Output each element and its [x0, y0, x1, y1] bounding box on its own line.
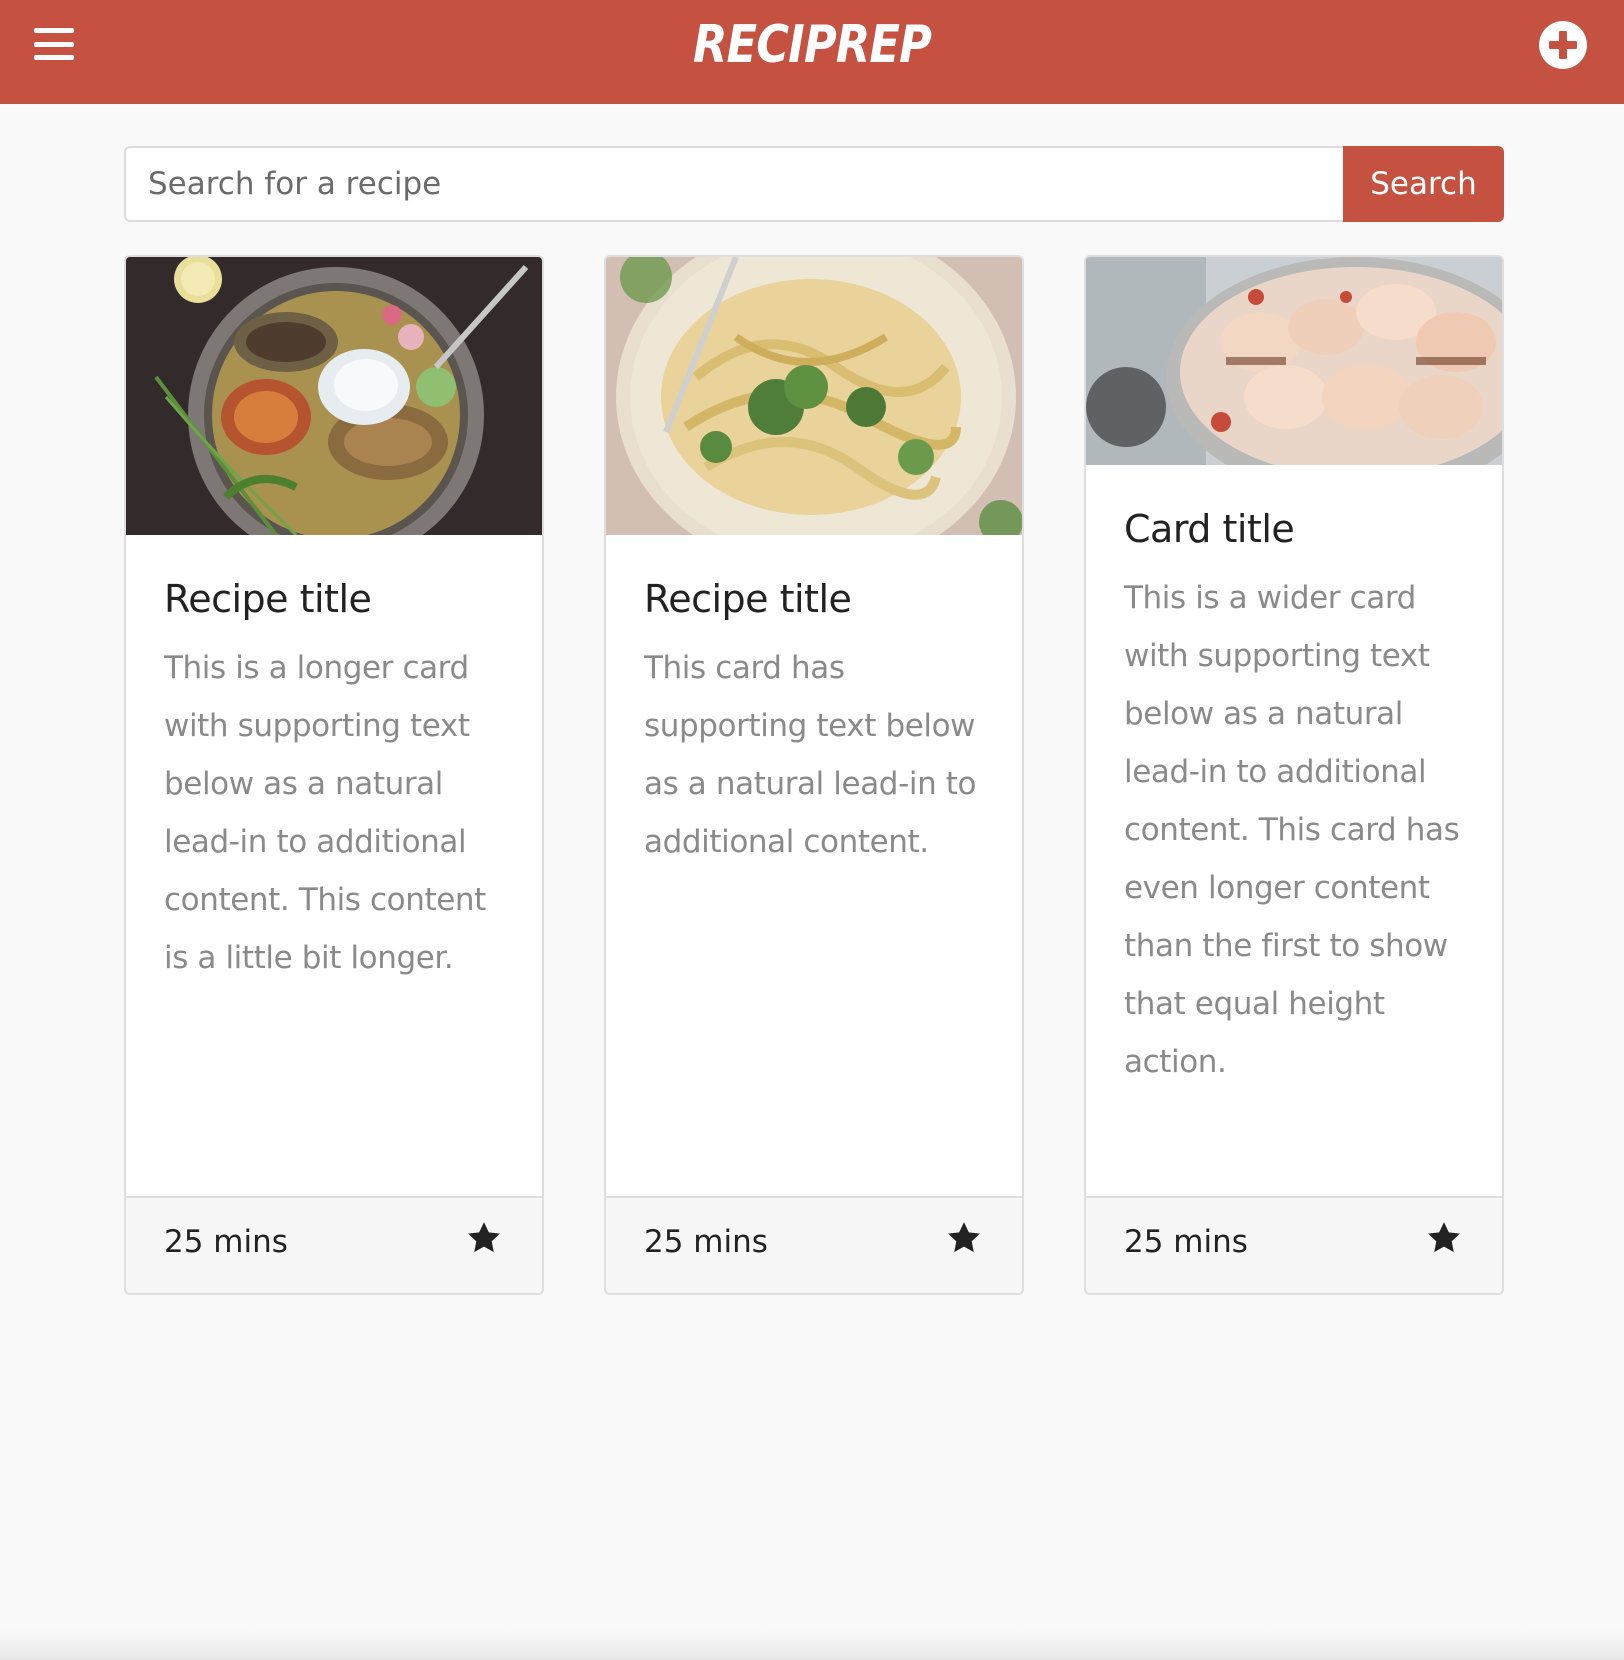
pasta-plate-photo [606, 257, 1022, 535]
recipe-card[interactable]: Recipe title This card has supporting te… [604, 255, 1024, 1295]
card-text: This card has supporting text below as a… [644, 650, 977, 860]
grilled-chicken-bowl-photo [126, 257, 542, 535]
card-footer: 25 mins [126, 1196, 542, 1293]
search-bar: Search [124, 146, 1504, 222]
search-input[interactable] [124, 146, 1343, 222]
card-footer: 25 mins [606, 1196, 1022, 1293]
page-bottom-shadow [0, 1630, 1624, 1660]
recipe-card[interactable]: Card title This is a wider card with sup… [1084, 255, 1504, 1295]
recipe-card[interactable]: Recipe title This is a longer card with … [124, 255, 544, 1295]
card-title: Recipe title [164, 577, 372, 621]
hamburger-menu-icon[interactable] [34, 26, 74, 62]
macarons-bowl-photo [1086, 257, 1502, 465]
cook-time-label: 25 mins [1124, 1224, 1248, 1260]
search-button[interactable]: Search [1343, 146, 1504, 222]
cook-time-label: 25 mins [164, 1224, 288, 1260]
star-icon[interactable] [944, 1218, 984, 1258]
star-icon[interactable] [464, 1218, 504, 1258]
plus-circle-icon[interactable] [1538, 20, 1588, 70]
cook-time-label: 25 mins [644, 1224, 768, 1260]
card-text: This is a longer card with supporting te… [164, 650, 486, 976]
card-title: Card title [1124, 507, 1295, 551]
star-icon[interactable] [1424, 1218, 1464, 1258]
app-header: RECIPREP [0, 0, 1624, 104]
card-text: This is a wider card with supporting tex… [1124, 580, 1460, 1080]
card-title: Recipe title [644, 577, 852, 621]
card-footer: 25 mins [1086, 1196, 1502, 1293]
brand-logo[interactable]: RECIPREP [114, 10, 1511, 80]
